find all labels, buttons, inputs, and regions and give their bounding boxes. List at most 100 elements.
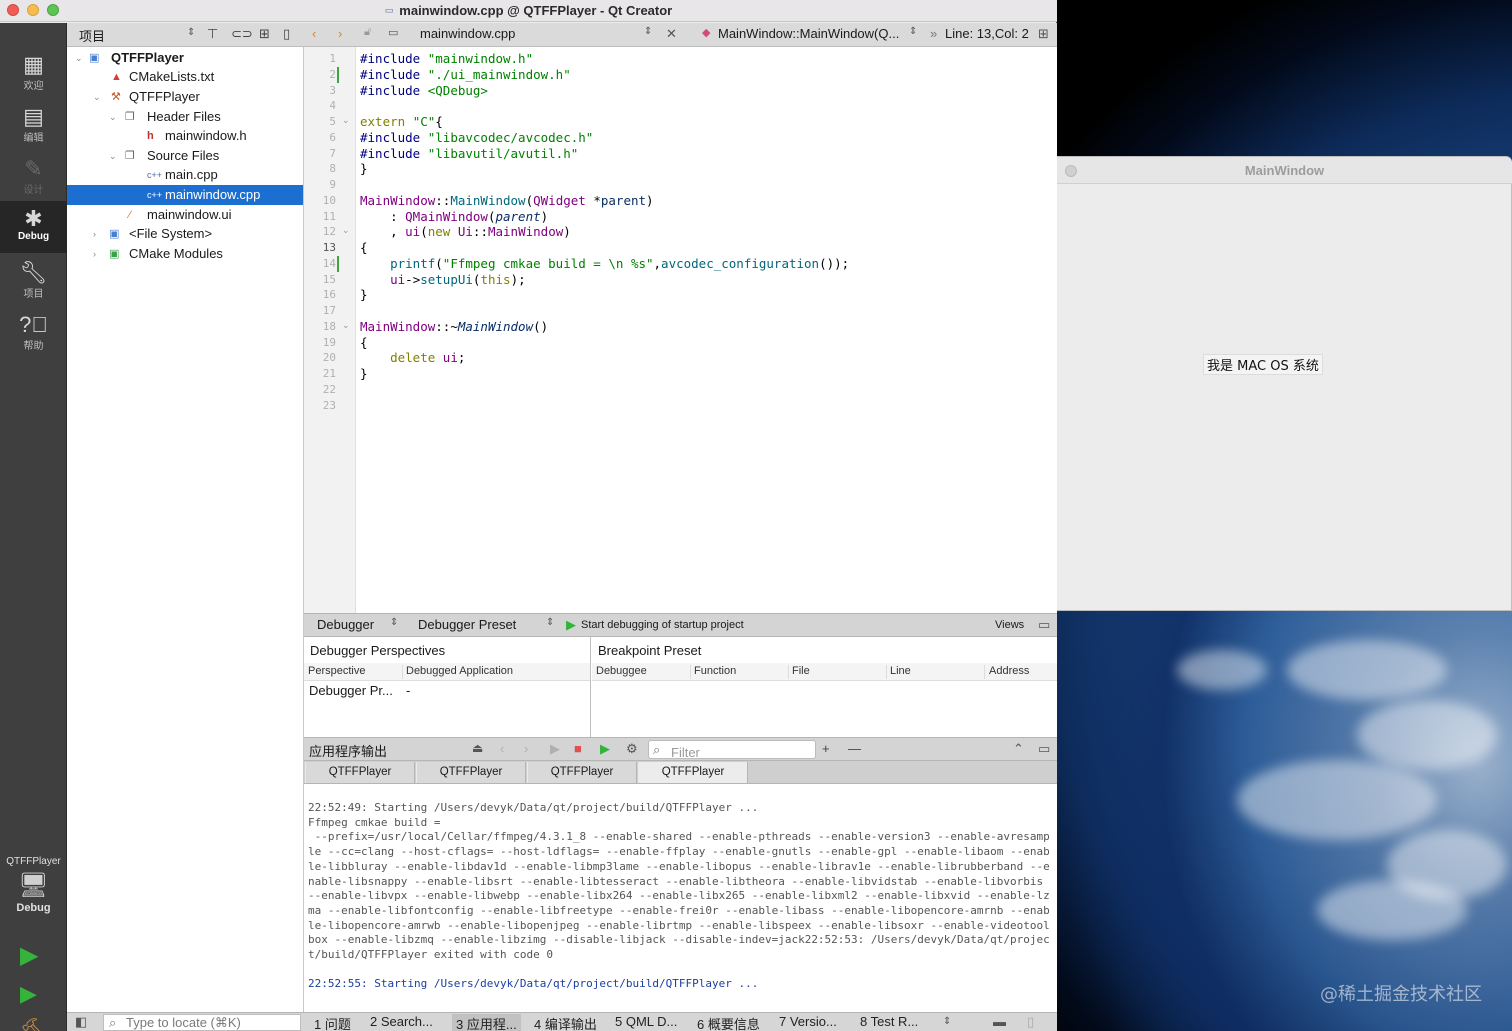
zoom-in-icon[interactable]: + — [822, 741, 830, 756]
output-tab[interactable]: QTFFPlayer — [416, 762, 526, 783]
code-line[interactable]: ui->setupUi(this); — [360, 272, 526, 288]
app-window[interactable]: MainWindow 我是 MAC OS 系统 — [1057, 156, 1512, 611]
tree-item[interactable]: › ▣ <File System> — [67, 224, 303, 244]
minimize-pane-icon[interactable]: ▭ — [1038, 741, 1050, 757]
code-editor[interactable]: 1 2 3 4 5 6 7 8 9 10 11 12 13 14 15 16 17 18 19 20 21 22 23 ⌄ ⌄ ⌄… — [304, 47, 1057, 613]
output-tab[interactable]: QTFFPlayer — [527, 762, 637, 783]
stop-icon[interactable]: ■ — [574, 741, 582, 756]
cursor-position[interactable]: Line: 13,Col: 2 — [945, 26, 1029, 41]
forward-icon[interactable]: › — [338, 26, 342, 41]
column-header[interactable]: Debuggee — [596, 665, 647, 677]
code-line[interactable]: #include "mainwindow.h" — [360, 51, 533, 67]
output-filter-input[interactable]: ⌕ Filter — [648, 740, 816, 760]
debugger-selector[interactable]: Debugger — [317, 617, 374, 632]
tree-item[interactable]: ⌄ ⚒ QTFFPlayer — [67, 87, 303, 107]
more-icon[interactable]: » — [930, 26, 937, 41]
close-document-icon[interactable]: ✕ — [666, 26, 677, 42]
chevron-updown-icon[interactable]: ⇕ — [943, 1016, 951, 1027]
open-file-selector[interactable]: mainwindow.cpp — [420, 26, 515, 41]
column-header[interactable]: Perspective — [308, 665, 365, 677]
close-pane-icon[interactable]: ▯ — [283, 26, 290, 42]
mode-projects[interactable]: 🔧︎ 项目 — [0, 261, 67, 307]
code-line[interactable]: : QMainWindow(parent) — [360, 209, 548, 225]
code-line[interactable]: #include <QDebug> — [360, 83, 488, 99]
sidebar-toggle-icon[interactable]: ◧ — [75, 1014, 87, 1030]
code-line[interactable]: delete ui; — [360, 350, 465, 366]
filter-icon[interactable]: ⊤ — [207, 26, 218, 42]
code-line[interactable]: MainWindow::~MainWindow() — [360, 319, 548, 335]
build-button[interactable]: 🔨︎ — [20, 1017, 48, 1031]
tree-item-selected[interactable]: c++ mainwindow.cpp — [67, 185, 303, 205]
tree-item[interactable]: c++ main.cpp — [67, 165, 303, 185]
code-line[interactable]: } — [360, 161, 368, 177]
perspective-cell[interactable]: Debugger Pr... — [309, 683, 393, 698]
fold-marker[interactable]: ⌄ — [342, 115, 350, 126]
output-pane-tab[interactable]: 1 问题 — [314, 1014, 351, 1031]
output-pane-tab[interactable]: 7 Versio... — [779, 1014, 837, 1029]
cpp-file-icon: ▭ — [384, 5, 394, 15]
symbol-selector[interactable]: MainWindow::MainWindow(Q... — [718, 26, 899, 41]
link-icon[interactable]: ⊂⊃ — [231, 26, 253, 42]
locator-input[interactable]: ⌕ Type to locate (⌘K) — [103, 1014, 301, 1031]
debug-icon[interactable]: ▶ — [600, 741, 610, 757]
code-line[interactable]: { — [360, 240, 368, 256]
split-icon[interactable]: ⊞ — [259, 26, 270, 42]
views-button[interactable]: Views — [995, 619, 1024, 631]
project-view-selector[interactable]: 项目 — [79, 26, 105, 45]
column-header[interactable]: Line — [890, 665, 911, 677]
output-pane-tab-active[interactable]: 3 应用程... — [452, 1014, 521, 1031]
mode-debug[interactable]: ✱ Debug — [0, 201, 67, 253]
output-tab-active[interactable]: QTFFPlayer — [638, 762, 748, 783]
code-line[interactable]: #include "libavcodec/avcodec.h" — [360, 130, 593, 146]
chevron-up-icon[interactable]: ⌃ — [1013, 741, 1024, 757]
back-icon[interactable]: ‹ — [312, 26, 316, 41]
minimize-pane-icon[interactable]: ▭ — [1038, 617, 1050, 633]
tree-item[interactable]: h mainwindow.h — [67, 126, 303, 146]
mode-edit[interactable]: ▤ 编辑 — [0, 105, 67, 151]
fold-marker[interactable]: ⌄ — [342, 320, 350, 331]
code-line[interactable]: extern "C"{ — [360, 114, 443, 130]
output-pane-tab[interactable]: 5 QML D... — [615, 1014, 677, 1029]
gear-icon[interactable]: ⚙ — [626, 741, 638, 757]
app-window-titlebar[interactable]: MainWindow — [1057, 157, 1512, 184]
tree-item[interactable]: ⌄ ▣ QTFFPlayer — [67, 48, 303, 68]
output-pane-tab[interactable]: 4 编译输出 — [534, 1014, 597, 1031]
application-output[interactable]: 22:52:49: Starting /Users/devyk/Data/qt/… — [304, 784, 1057, 1012]
debug-start-icon[interactable]: ▶ — [566, 617, 576, 633]
code-line[interactable]: } — [360, 287, 368, 303]
right-sidebar-icon[interactable]: ▯ — [1027, 1014, 1034, 1030]
run-button[interactable]: ▶ — [20, 941, 38, 970]
output-tab[interactable]: QTFFPlayer — [305, 762, 415, 783]
column-header[interactable]: File — [792, 665, 810, 677]
debugger-preset-selector[interactable]: Debugger Preset — [418, 617, 516, 632]
column-header[interactable]: Debugged Application — [406, 665, 513, 677]
fold-marker[interactable]: ⌄ — [342, 225, 350, 236]
code-line[interactable]: { — [360, 335, 368, 351]
debug-run-button[interactable]: ▶ — [20, 981, 37, 1007]
mode-welcome[interactable]: ▦ 欢迎 — [0, 53, 67, 99]
code-line[interactable]: #include "libavutil/avutil.h" — [360, 146, 578, 162]
split-icon[interactable]: ⊞ — [1038, 26, 1049, 42]
tree-item[interactable]: › ▣ CMake Modules — [67, 244, 303, 264]
progress-icon[interactable]: ▬ — [993, 1014, 1006, 1029]
mode-design[interactable]: ✎ 设计 — [0, 157, 67, 203]
output-pane-tab[interactable]: 8 Test R... — [860, 1014, 918, 1029]
tree-item[interactable]: ⌄ ❐ Source Files — [67, 146, 303, 166]
code-line[interactable]: #include "./ui_mainwindow.h" — [360, 67, 571, 83]
code-line[interactable]: , ui(new Ui::MainWindow) — [360, 224, 571, 240]
tree-item[interactable]: ▲ CMakeLists.txt — [67, 67, 303, 87]
tree-item[interactable]: ⁄ mainwindow.ui — [67, 205, 303, 225]
output-pane-tab[interactable]: 2 Search... — [370, 1014, 433, 1029]
kit-selector[interactable]: QTFFPlayer 🖥︎ Debug — [0, 856, 67, 914]
column-header[interactable]: Address — [989, 665, 1029, 677]
column-header[interactable]: Function — [694, 665, 736, 677]
code-line[interactable]: MainWindow::MainWindow(QWidget *parent) — [360, 193, 654, 209]
attach-icon[interactable]: ⏏ — [472, 741, 483, 755]
zoom-out-icon[interactable]: — — [848, 741, 861, 756]
tree-item[interactable]: ⌄ ❐ Header Files — [67, 107, 303, 127]
output-pane-tab[interactable]: 6 概要信息 — [697, 1014, 760, 1031]
mode-help[interactable]: ?⃝ 帮助 — [0, 313, 67, 359]
code-line[interactable]: printf("Ffmpeg cmkae build = \n %s",avco… — [360, 256, 849, 272]
start-debugging-label[interactable]: Start debugging of startup project — [581, 619, 744, 631]
code-line[interactable]: } — [360, 366, 368, 382]
